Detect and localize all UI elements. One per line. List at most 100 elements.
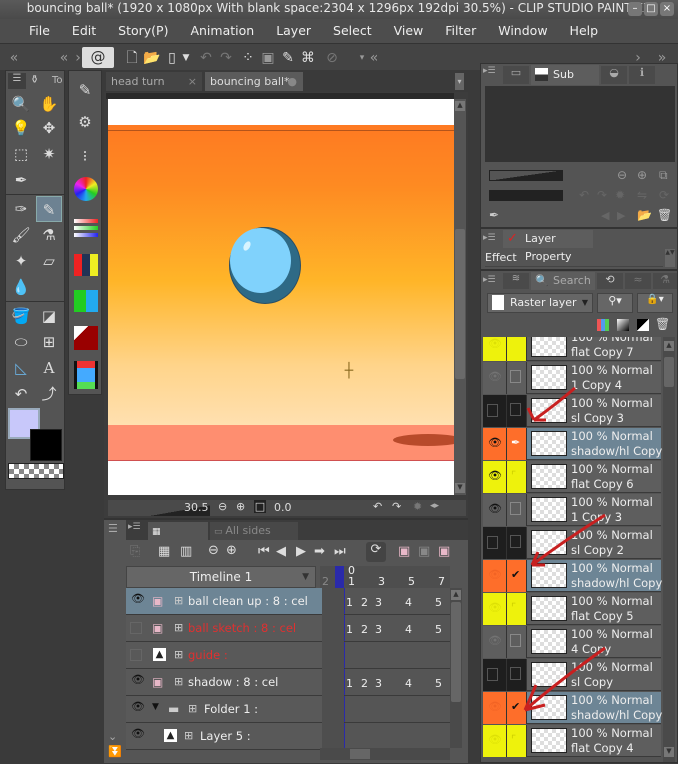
lock-corner-icon[interactable]: ⌜ — [511, 469, 516, 482]
layer-visibility-cell[interactable]: 👁 — [483, 362, 507, 394]
layer-edit-cell[interactable] — [507, 337, 527, 361]
scroll-thumb[interactable] — [664, 357, 674, 387]
import-image-icon[interactable]: 📂 — [637, 208, 652, 222]
layer-row[interactable]: 👁 100 % Normal 1 Copy 3 — [483, 494, 661, 526]
palette-menu-icon[interactable]: ☰ — [8, 73, 26, 89]
layer-edit-cell[interactable]: ✒ — [507, 428, 527, 460]
track-row[interactable]: 👁 ▼ ▬ ⊞ Folder 1 : — [126, 696, 322, 723]
expand-plus-icon[interactable]: ⊞ — [174, 675, 183, 688]
lock-checkbox[interactable] — [510, 535, 521, 548]
navigator-tab-icon[interactable]: ▭ — [503, 66, 529, 84]
scroll-thumb[interactable] — [350, 749, 370, 759]
visibility-eye-icon[interactable]: 👁 — [488, 337, 502, 350]
loop-toggle-icon[interactable]: ⟳ — [366, 542, 386, 562]
timeline-vertical-scrollbar[interactable]: ▲ — [450, 588, 462, 748]
mask-icon[interactable] — [637, 319, 649, 331]
timeline-zoom-in-icon[interactable]: ⊕ — [226, 543, 237, 558]
fit-icon[interactable]: ⧉ — [659, 168, 668, 183]
lock-checkbox[interactable] — [510, 403, 521, 416]
layer-row[interactable]: 👁 100 % Normal flat Copy 7 — [483, 337, 661, 361]
zoom-in-icon[interactable]: ⊕ — [236, 500, 245, 513]
layer-edit-cell[interactable]: ⌜ — [507, 725, 527, 757]
scroll-up-icon[interactable]: ▲ — [455, 101, 465, 111]
new-file-icon[interactable]: 🗋 — [122, 48, 142, 68]
effect-section[interactable]: Effect — [485, 249, 663, 267]
rotate-right-icon[interactable]: ↷ — [392, 500, 401, 513]
timeline-horizontal-scrollbar[interactable] — [320, 748, 450, 760]
layer-row[interactable]: 👁 100 % Normal 1 Copy 4 — [483, 362, 661, 394]
panel-menu-icon[interactable]: ▸☰ — [483, 233, 496, 243]
figure-tool-icon[interactable]: ⬭ — [8, 329, 34, 355]
redo-icon[interactable]: ↷ — [216, 48, 236, 68]
gradient-tool-icon[interactable]: ◪ — [36, 303, 62, 329]
menu-animation[interactable]: Animation — [179, 19, 265, 43]
track-frames[interactable]: 1 2 3 4 5 — [344, 669, 450, 696]
sub-view-display[interactable] — [485, 86, 675, 162]
lock-checkbox[interactable] — [510, 370, 521, 383]
collapse-left-icon[interactable]: « — [4, 48, 24, 68]
layer-search-filter-button[interactable]: ⚲▾ — [597, 293, 633, 313]
animation-cels-icon[interactable] — [74, 361, 98, 389]
lock-corner-icon[interactable]: ⌜ — [511, 601, 516, 614]
visibility-eye-icon[interactable]: 👁 — [488, 469, 502, 482]
scroll-up-icon[interactable]: ▲ — [664, 341, 674, 351]
subview-flip-icon[interactable]: ⇋ — [637, 188, 647, 202]
color-wheel-icon[interactable] — [74, 177, 98, 201]
tool-tab-label[interactable]: To — [52, 75, 63, 86]
layer-visibility-cell[interactable] — [483, 395, 507, 427]
lock-corner-icon[interactable]: ⌜ — [511, 733, 516, 746]
editing-pen-icon[interactable]: ✒ — [511, 436, 520, 449]
layer-row[interactable]: 👁 ⌜ 100 % Normal flat Copy 6 — [483, 461, 661, 493]
track-frames[interactable]: 1 2 3 4 5 — [344, 615, 450, 642]
layer-visibility-cell[interactable]: 👁 — [483, 560, 507, 592]
visibility-eye-icon[interactable]: 👁 — [488, 634, 502, 647]
transform-icon[interactable]: ⌘ — [298, 48, 318, 68]
info-tab-icon[interactable]: ℹ — [629, 66, 655, 84]
fill-tool-icon[interactable]: 🪣 — [8, 303, 34, 329]
menu-edit[interactable]: Edit — [61, 19, 107, 43]
new-cel-icon[interactable]: ▥ — [180, 544, 192, 559]
panel-menu-icon[interactable]: ☰ — [108, 522, 118, 535]
layer-edit-cell[interactable]: ⌜ — [507, 593, 527, 625]
layer-edit-cell[interactable]: ✔ — [507, 692, 527, 724]
track-frames[interactable]: 1 2 3 4 5 — [344, 588, 450, 615]
layer-edit-cell[interactable]: ✔ — [507, 560, 527, 592]
eyedropper-icon[interactable]: ✒ — [8, 167, 34, 193]
layer-visibility-cell[interactable]: 👁 — [483, 428, 507, 460]
canvas-vertical-scrollbar[interactable]: ▲ ▼ — [454, 99, 466, 495]
pen-tool-icon[interactable]: ✑ — [8, 196, 34, 222]
layer-row[interactable]: 100 % Normal sl Copy 2 — [483, 527, 661, 559]
scroll-down-icon[interactable]: ▼ — [455, 483, 465, 493]
item-bank-tab-icon[interactable]: ◒ — [601, 66, 627, 84]
visibility-eye-icon[interactable]: 👁 — [131, 700, 145, 713]
menu-filter[interactable]: Filter — [434, 19, 487, 43]
tab-list-dropdown[interactable]: ▾ — [455, 73, 464, 90]
check-icon[interactable]: ✔ — [511, 700, 520, 713]
expand-plus-icon[interactable]: ⊞ — [188, 702, 197, 715]
magic-wand-icon[interactable]: ✷ — [36, 141, 62, 167]
fill-icon[interactable]: ✎ — [278, 48, 298, 68]
clip-studio-button[interactable]: @ — [82, 47, 114, 68]
light-bulb-icon[interactable]: 💡 — [8, 115, 34, 141]
rotate-slider[interactable] — [489, 190, 563, 201]
menu-window[interactable]: Window — [487, 19, 558, 43]
layer-row[interactable]: 👁 ✒ 100 % Normal shadow/hl Copy 6 — [483, 428, 673, 460]
onion-skin-icon[interactable]: ▣ — [398, 544, 410, 559]
sync-icon[interactable]: ⎘ — [130, 544, 140, 559]
expand-plus-icon[interactable]: ⊞ — [174, 648, 183, 661]
visibility-eye-icon[interactable]: 👁 — [488, 568, 502, 581]
visibility-eye-icon[interactable]: 👁 — [488, 502, 502, 515]
clear-outside-icon[interactable]: ▣ — [258, 48, 278, 68]
tab-menu-icon[interactable]: ▸☰ — [128, 522, 141, 532]
close-tab-icon[interactable]: × — [188, 72, 197, 91]
zoom-out-icon[interactable]: ⊖ — [218, 500, 227, 513]
decoration-tool-icon[interactable]: ✦ — [8, 248, 34, 274]
link-cels-icon[interactable]: ▣ — [438, 544, 450, 559]
move-tool-icon[interactable]: ✥ — [36, 115, 62, 141]
track-frames[interactable] — [344, 696, 450, 723]
panel-menu-icon[interactable]: ▸☰ — [483, 275, 496, 285]
minimize-button[interactable]: – — [628, 2, 642, 16]
first-frame-icon[interactable]: ⏮ — [258, 544, 270, 559]
layer-visibility-cell[interactable]: 👁 — [483, 692, 507, 724]
folder-expanded-icon[interactable]: ▼ — [152, 702, 159, 712]
